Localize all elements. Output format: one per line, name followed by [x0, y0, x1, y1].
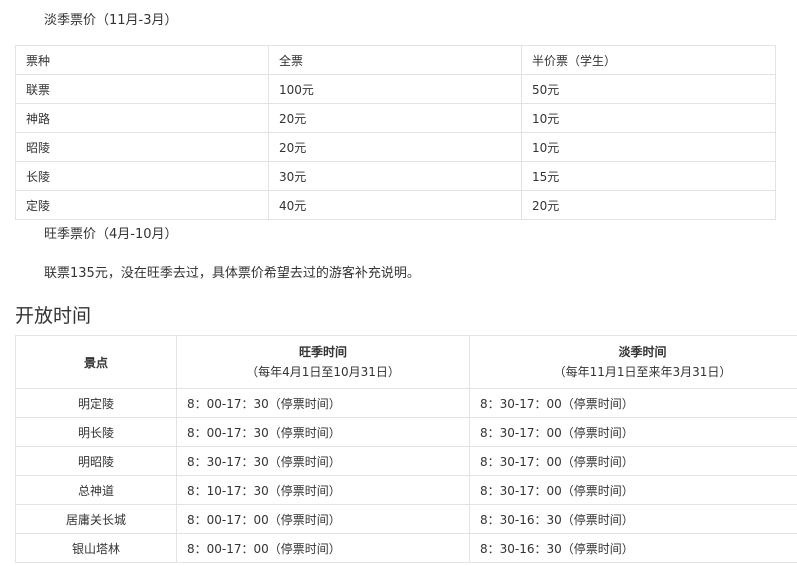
spot-cell: 总神道 [15, 475, 177, 505]
low-time-cell: 8：30-17：00（停票时间） [469, 446, 797, 476]
low-time-cell: 8：30-16：30（停票时间） [469, 504, 797, 534]
spot-cell: 明昭陵 [15, 446, 177, 476]
ticket-type-cell: 昭陵 [15, 132, 269, 162]
peak-time-cell: 8：00-17：30（停票时间） [176, 388, 470, 418]
header-spot: 景点 [15, 335, 177, 389]
header-low-range: （每年11月1日至来年3月31日） [553, 365, 732, 379]
half-price-cell: 20元 [521, 190, 776, 220]
table-header-row: 景点 旺季时间 （每年4月1日至10月31日） 淡季时间 （每年11月1日至来年… [15, 335, 797, 389]
table-row: 总神道 8：10-17：30（停票时间） 8：30-17：00（停票时间） [15, 475, 797, 505]
header-peak-time: 旺季时间 （每年4月1日至10月31日） [176, 335, 470, 389]
ticket-type-cell: 神路 [15, 103, 269, 133]
table-header-row: 票种 全票 半价票（学生） [15, 45, 776, 75]
full-price-cell: 20元 [268, 132, 522, 162]
opening-hours-heading: 开放时间 [15, 305, 92, 327]
low-time-cell: 8：30-17：00（停票时间） [469, 388, 797, 418]
low-time-cell: 8：30-17：00（停票时间） [469, 417, 797, 447]
half-price-cell: 10元 [521, 103, 776, 133]
full-price-cell: 20元 [268, 103, 522, 133]
ticket-price-table: 票种 全票 半价票（学生） 联票 100元 50元 神路 20元 10元 昭陵 … [15, 45, 776, 220]
full-price-cell: 30元 [268, 161, 522, 191]
low-season-title: 淡季票价（11月-3月） [44, 13, 178, 28]
low-time-cell: 8：30-17：00（停票时间） [469, 475, 797, 505]
ticket-type-cell: 定陵 [15, 190, 269, 220]
half-price-cell: 10元 [521, 132, 776, 162]
peak-time-cell: 8：00-17：00（停票时间） [176, 504, 470, 534]
table-row: 明定陵 8：00-17：30（停票时间） 8：30-17：00（停票时间） [15, 388, 797, 418]
header-spot-label: 景点 [83, 355, 108, 370]
peak-season-note: 联票135元，没在旺季去过，具体票价希望去过的游客补充说明。 [44, 266, 420, 281]
table-row: 昭陵 20元 10元 [15, 132, 776, 162]
peak-time-cell: 8：30-17：30（停票时间） [176, 446, 470, 476]
peak-time-cell: 8：00-17：30（停票时间） [176, 417, 470, 447]
header-low-time: 淡季时间 （每年11月1日至来年3月31日） [469, 335, 797, 389]
header-ticket-type: 票种 [15, 45, 269, 75]
table-row: 定陵 40元 20元 [15, 190, 776, 220]
header-peak-label: 旺季时间 [298, 345, 347, 359]
table-row: 长陵 30元 15元 [15, 161, 776, 191]
peak-time-cell: 8：10-17：30（停票时间） [176, 475, 470, 505]
peak-time-cell: 8：00-17：00（停票时间） [176, 533, 470, 563]
table-row: 联票 100元 50元 [15, 74, 776, 104]
table-row: 银山塔林 8：00-17：00（停票时间） 8：30-16：30（停票时间） [15, 533, 797, 563]
full-price-cell: 100元 [268, 74, 522, 104]
header-low-label: 淡季时间 [618, 345, 667, 359]
header-full-price: 全票 [268, 45, 522, 75]
spot-cell: 居庸关长城 [15, 504, 177, 534]
peak-season-title: 旺季票价（4月-10月） [44, 227, 178, 242]
full-price-cell: 40元 [268, 190, 522, 220]
spot-cell: 明定陵 [15, 388, 177, 418]
spot-cell: 银山塔林 [15, 533, 177, 563]
table-row: 明昭陵 8：30-17：30（停票时间） 8：30-17：00（停票时间） [15, 446, 797, 476]
spot-cell: 明长陵 [15, 417, 177, 447]
table-row: 神路 20元 10元 [15, 103, 776, 133]
opening-hours-table: 景点 旺季时间 （每年4月1日至10月31日） 淡季时间 （每年11月1日至来年… [15, 335, 797, 563]
ticket-type-cell: 长陵 [15, 161, 269, 191]
header-peak-range: （每年4月1日至10月31日） [246, 365, 400, 379]
table-row: 明长陵 8：00-17：30（停票时间） 8：30-17：00（停票时间） [15, 417, 797, 447]
low-time-cell: 8：30-16：30（停票时间） [469, 533, 797, 563]
half-price-cell: 50元 [521, 74, 776, 104]
header-half-price: 半价票（学生） [521, 45, 776, 75]
half-price-cell: 15元 [521, 161, 776, 191]
ticket-type-cell: 联票 [15, 74, 269, 104]
table-row: 居庸关长城 8：00-17：00（停票时间） 8：30-16：30（停票时间） [15, 504, 797, 534]
